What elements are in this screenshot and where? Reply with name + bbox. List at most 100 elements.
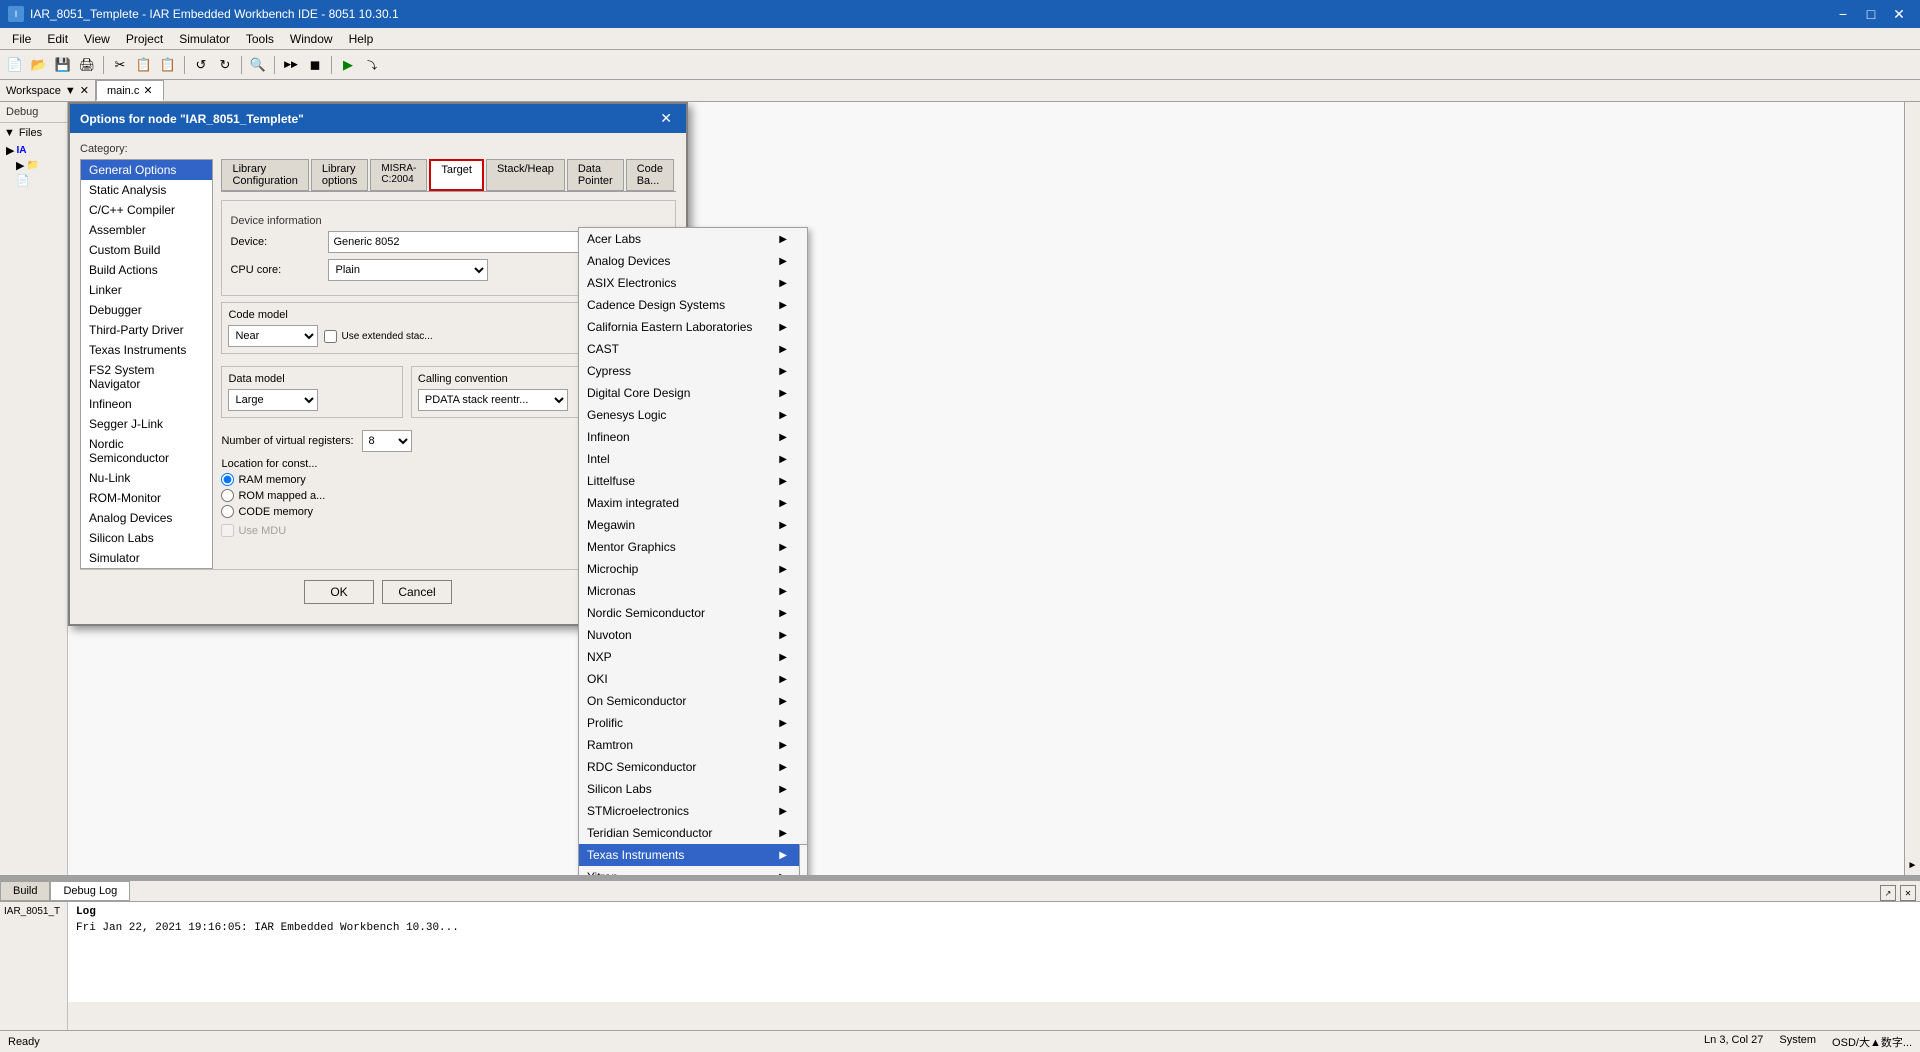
cat-item-linker[interactable]: Linker bbox=[81, 280, 212, 300]
data-model-select[interactable]: Large bbox=[228, 389, 318, 411]
menu-file[interactable]: File bbox=[4, 30, 39, 48]
cat-item-general[interactable]: General Options bbox=[81, 160, 212, 180]
cpu-select[interactable]: Plain bbox=[328, 259, 488, 281]
cat-item-assembler[interactable]: Assembler bbox=[81, 220, 212, 240]
cat-item-third[interactable]: Third-Party Driver bbox=[81, 320, 212, 340]
cat-item-analog[interactable]: Analog Devices bbox=[81, 508, 212, 528]
radio-code-input[interactable] bbox=[221, 505, 234, 518]
menu-edit[interactable]: Edit bbox=[39, 30, 76, 48]
debug-run-button[interactable]: ▶ bbox=[337, 54, 359, 76]
cat-item-fs2[interactable]: FS2 System Navigator bbox=[81, 360, 212, 394]
cat-item-infineon[interactable]: Infineon bbox=[81, 394, 212, 414]
menu-item-mentor[interactable]: Mentor Graphics▶ bbox=[579, 536, 807, 558]
cut-button[interactable]: ✂ bbox=[109, 54, 131, 76]
tab-misra[interactable]: MISRA-C:2004 bbox=[370, 159, 427, 191]
menu-item-yitran[interactable]: Yitran▶ bbox=[579, 866, 807, 875]
menu-item-cast[interactable]: CAST▶ bbox=[579, 338, 807, 360]
open-file-button[interactable]: 📂 bbox=[28, 54, 50, 76]
new-file-button[interactable]: 📄 bbox=[4, 54, 26, 76]
menu-item-nuvoton[interactable]: Nuvoton▶ bbox=[579, 624, 807, 646]
tab-library-config[interactable]: Library Configuration bbox=[221, 159, 308, 191]
menu-item-teridian[interactable]: Teridian Semiconductor▶ bbox=[579, 822, 807, 844]
cat-item-silicon[interactable]: Silicon Labs bbox=[81, 528, 212, 548]
redo-button[interactable]: ↻ bbox=[214, 54, 236, 76]
menu-item-cadence[interactable]: Cadence Design Systems▶ bbox=[579, 294, 807, 316]
menu-item-cypress[interactable]: Cypress▶ bbox=[579, 360, 807, 382]
menu-item-silicon[interactable]: Silicon Labs▶ bbox=[579, 778, 807, 800]
cat-item-segger[interactable]: Segger J-Link bbox=[81, 414, 212, 434]
menu-item-nordic[interactable]: Nordic Semiconductor▶ bbox=[579, 602, 807, 624]
menu-simulator[interactable]: Simulator bbox=[171, 30, 238, 48]
virtual-registers-select[interactable]: 8 bbox=[362, 430, 412, 452]
find-button[interactable]: 🔍 bbox=[247, 54, 269, 76]
tab-datapointer[interactable]: Data Pointer bbox=[567, 159, 624, 191]
cat-item-debugger[interactable]: Debugger bbox=[81, 300, 212, 320]
close-window-button[interactable]: ✕ bbox=[1886, 4, 1912, 24]
menu-item-intel[interactable]: Intel▶ bbox=[579, 448, 807, 470]
extended-stack-checkbox[interactable] bbox=[324, 330, 337, 343]
print-button[interactable]: 🖨 bbox=[76, 54, 98, 76]
copy-button[interactable]: 📋 bbox=[133, 54, 155, 76]
tab-target[interactable]: Target bbox=[429, 159, 484, 191]
cat-item-static[interactable]: Static Analysis bbox=[81, 180, 212, 200]
menu-item-asix[interactable]: ASIX Electronics▶ bbox=[579, 272, 807, 294]
menu-item-analog[interactable]: Analog Devices▶ bbox=[579, 250, 807, 272]
minimize-button[interactable]: − bbox=[1830, 4, 1856, 24]
tree-item-sub2[interactable]: 📄 bbox=[4, 173, 63, 188]
menu-item-littelfuse[interactable]: Littelfuse▶ bbox=[579, 470, 807, 492]
step-over-button[interactable]: ⤵ bbox=[361, 54, 383, 76]
cat-item-rom[interactable]: ROM-Monitor bbox=[81, 488, 212, 508]
cat-item-simulator[interactable]: Simulator bbox=[81, 548, 212, 568]
menu-item-rdc[interactable]: RDC Semiconductor▶ bbox=[579, 756, 807, 778]
file-tab-main[interactable]: main.c ✕ bbox=[96, 80, 164, 101]
modal-close-button[interactable]: ✕ bbox=[656, 110, 676, 127]
stop-button[interactable]: ◼ bbox=[304, 54, 326, 76]
use-mdu-checkbox[interactable] bbox=[221, 524, 234, 537]
menu-item-genesys[interactable]: Genesys Logic▶ bbox=[579, 404, 807, 426]
menu-tools[interactable]: Tools bbox=[238, 30, 282, 48]
menu-item-nxp[interactable]: NXP▶ bbox=[579, 646, 807, 668]
menu-help[interactable]: Help bbox=[341, 30, 382, 48]
menu-item-prolific[interactable]: Prolific▶ bbox=[579, 712, 807, 734]
ok-button[interactable]: OK bbox=[304, 580, 374, 604]
build-button[interactable]: ▶▶ bbox=[280, 54, 302, 76]
menu-item-california[interactable]: California Eastern Laboratories▶ bbox=[579, 316, 807, 338]
btab-debuglog[interactable]: Debug Log bbox=[50, 881, 130, 901]
tree-item-sub1[interactable]: ▶ 📁 bbox=[4, 158, 63, 173]
menu-item-infineon[interactable]: Infineon▶ bbox=[579, 426, 807, 448]
maximize-button[interactable]: □ bbox=[1858, 4, 1884, 24]
workspace-close-icon[interactable]: ✕ bbox=[80, 84, 89, 97]
menu-item-texas[interactable]: Texas Instruments▶ tusb3410▶ CC11xx▶ CC2… bbox=[579, 844, 807, 866]
menu-item-acer[interactable]: Acer Labs▶ bbox=[579, 228, 807, 250]
menu-item-digital[interactable]: Digital Core Design▶ bbox=[579, 382, 807, 404]
bottom-float-button[interactable]: ↗ bbox=[1880, 885, 1896, 901]
undo-button[interactable]: ↺ bbox=[190, 54, 212, 76]
tree-item-root[interactable]: ▶ IA bbox=[4, 143, 63, 158]
right-scrollbar[interactable]: ► bbox=[1904, 102, 1920, 875]
menu-view[interactable]: View bbox=[76, 30, 118, 48]
menu-item-oki[interactable]: OKI▶ bbox=[579, 668, 807, 690]
workspace-dropdown-icon[interactable]: ▼ bbox=[65, 85, 76, 97]
menu-item-maxim[interactable]: Maxim integrated▶ bbox=[579, 492, 807, 514]
bottom-close-button[interactable]: ✕ bbox=[1900, 885, 1916, 901]
cat-item-texas[interactable]: Texas Instruments bbox=[81, 340, 212, 360]
tab-library-options[interactable]: Library options bbox=[311, 159, 368, 191]
cat-item-custom[interactable]: Custom Build bbox=[81, 240, 212, 260]
radio-ram-input[interactable] bbox=[221, 473, 234, 486]
submenu-cc11xx[interactable]: CC11xx▶ bbox=[800, 867, 808, 875]
menu-item-micronas[interactable]: Micronas▶ bbox=[579, 580, 807, 602]
save-button[interactable]: 💾 bbox=[52, 54, 74, 76]
menu-item-onsemi[interactable]: On Semiconductor▶ bbox=[579, 690, 807, 712]
menu-item-st[interactable]: STMicroelectronics▶ bbox=[579, 800, 807, 822]
menu-item-megawin[interactable]: Megawin▶ bbox=[579, 514, 807, 536]
submenu-tusb3410[interactable]: tusb3410▶ bbox=[800, 845, 808, 867]
cat-item-nulink[interactable]: Nu-Link bbox=[81, 468, 212, 488]
radio-rom-input[interactable] bbox=[221, 489, 234, 502]
cancel-button[interactable]: Cancel bbox=[382, 580, 452, 604]
tab-stackheap[interactable]: Stack/Heap bbox=[486, 159, 565, 191]
scroll-arrow-right[interactable]: ► bbox=[1908, 860, 1918, 871]
tab-codeba[interactable]: Code Ba... bbox=[626, 159, 674, 191]
code-model-select[interactable]: Near bbox=[228, 325, 318, 347]
cat-item-build[interactable]: Build Actions bbox=[81, 260, 212, 280]
calling-convention-select[interactable]: PDATA stack reentr... bbox=[418, 389, 568, 411]
